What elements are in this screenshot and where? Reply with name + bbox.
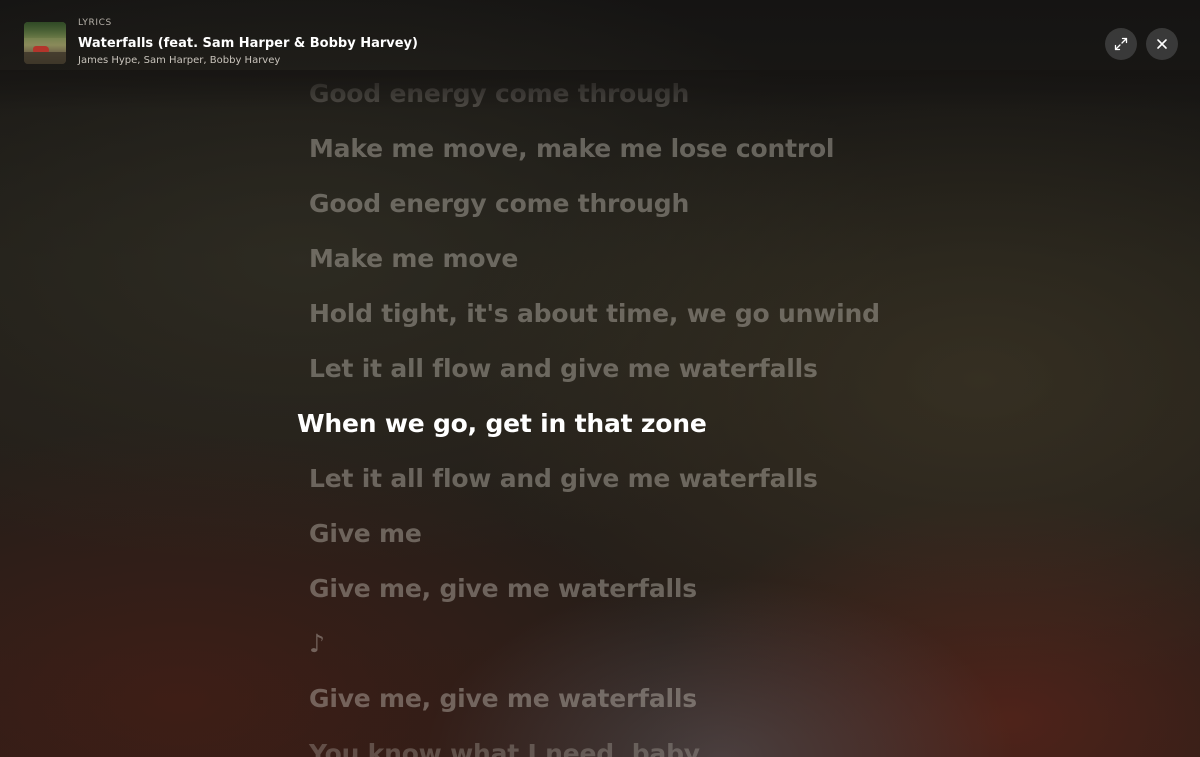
lyric-line[interactable]: Make me move, make me lose control [309,134,834,164]
lyric-line[interactable]: Make me move [309,244,518,274]
lyrics-header: LYRICS Waterfalls (feat. Sam Harper & Bo… [0,0,1200,82]
expand-icon [1114,37,1128,51]
lyric-line[interactable]: Let it all flow and give me waterfalls [309,354,818,384]
lyric-line[interactable]: Give me, give me waterfalls [309,684,697,714]
lyric-line[interactable]: Hold tight, it's about time, we go unwin… [309,299,880,329]
close-icon [1156,38,1168,50]
lyric-line-instrumental[interactable]: ♪ [309,629,325,659]
song-artists: James Hype, Sam Harper, Bobby Harvey [78,55,281,66]
album-cover [24,22,66,64]
lyric-line[interactable]: Give me [309,519,422,549]
fullscreen-button[interactable] [1105,28,1137,60]
section-label: LYRICS [78,18,112,28]
lyric-line[interactable]: Good energy come through [309,189,689,219]
song-title: Waterfalls (feat. Sam Harper & Bobby Har… [78,36,418,51]
lyric-line[interactable]: Give me, give me waterfalls [309,574,697,604]
lyric-line[interactable]: Let it all flow and give me waterfalls [309,464,818,494]
lyric-line[interactable]: Good energy come through [309,79,689,109]
lyrics-panel[interactable]: Good energy come through Make me move, m… [0,0,1200,757]
close-button[interactable] [1146,28,1178,60]
lyric-line-active[interactable]: When we go, get in that zone [297,409,707,439]
lyric-line[interactable]: You know what I need, baby [309,739,700,757]
